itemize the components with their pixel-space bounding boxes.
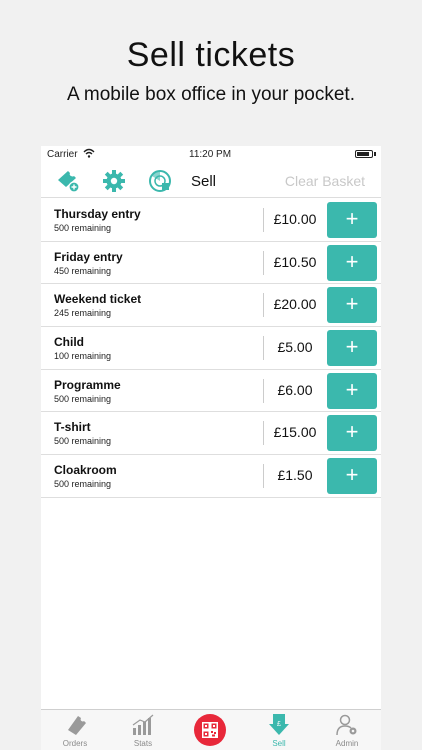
item-price: £10.00 — [273, 211, 317, 227]
tab-label: Admin — [335, 739, 359, 748]
item-name: Friday entry — [54, 249, 123, 264]
battery-icon — [355, 150, 373, 158]
divider — [263, 421, 264, 446]
divider — [263, 250, 264, 275]
list-item: Thursday entry 500 remaining £10.00 + — [41, 199, 381, 242]
item-price: £6.00 — [277, 381, 313, 398]
add-button[interactable]: + — [327, 244, 377, 281]
item-remaining: 500 remaining — [54, 393, 112, 404]
divider — [263, 378, 264, 403]
divider — [263, 208, 264, 232]
add-button[interactable]: + — [327, 202, 377, 238]
qr-scan-icon — [202, 722, 218, 738]
tab-stats[interactable]: Stats — [109, 710, 177, 750]
item-remaining: 500 remaining — [54, 436, 112, 447]
scan-button[interactable] — [194, 714, 226, 746]
list-item: Weekend ticket 245 remaining £20.00 + — [41, 284, 381, 328]
list-item: Cloakroom 500 remaining £1.50 + — [41, 455, 381, 498]
list-item: T-shirt 500 remaining £15.00 + — [41, 412, 381, 456]
item-name: Programme — [54, 377, 121, 392]
item-name: Cloakroom — [54, 463, 117, 478]
add-ticket-icon[interactable] — [55, 168, 81, 194]
add-button[interactable]: + — [327, 458, 377, 495]
add-button[interactable]: + — [327, 372, 377, 409]
wifi-icon — [83, 148, 95, 158]
item-remaining: 450 remaining — [54, 265, 112, 276]
item-price: £15.00 — [273, 424, 317, 441]
list-item: Programme 500 remaining £6.00 + — [41, 370, 381, 413]
clock: 11:20 PM — [189, 149, 232, 160]
admin-icon — [336, 714, 357, 736]
item-price: £10.50 — [273, 253, 317, 270]
item-remaining: 100 remaining — [54, 351, 112, 362]
disc-icon[interactable] — [147, 168, 173, 194]
phone-screen: Carrier 11:20 PM Sell Clear Basket Thurs… — [41, 146, 381, 750]
page-title: Sell — [191, 173, 217, 190]
battery-tip — [374, 152, 376, 156]
sell-icon: £ — [269, 714, 289, 735]
divider — [263, 464, 264, 489]
tab-orders[interactable]: Orders — [41, 710, 109, 750]
item-name: T-shirt — [54, 420, 91, 435]
divider — [263, 293, 264, 318]
clear-basket-button[interactable]: Clear Basket — [285, 173, 365, 189]
item-remaining: 245 remaining — [54, 308, 112, 319]
gear-icon[interactable] — [101, 168, 127, 194]
item-name: Child — [54, 335, 84, 350]
add-button[interactable]: + — [327, 415, 377, 452]
tab-label: Sell — [272, 739, 286, 748]
subline: A mobile box office in your pocket. — [67, 84, 355, 105]
item-price: £1.50 — [277, 467, 313, 484]
item-remaining: 500 remaining — [54, 479, 112, 490]
item-price: £20.00 — [273, 296, 317, 313]
ticket-list: Thursday entry 500 remaining £10.00 + Fr… — [41, 199, 381, 498]
add-button[interactable]: + — [327, 330, 377, 367]
item-name: Thursday entry — [54, 207, 141, 221]
tab-sell[interactable]: £ Sell — [245, 710, 313, 750]
ticket-icon — [68, 716, 86, 735]
add-button[interactable]: + — [327, 287, 377, 324]
svg-text:£: £ — [277, 721, 281, 728]
tab-label: Stats — [133, 739, 153, 748]
item-price: £5.00 — [277, 339, 313, 356]
status-bar: Carrier 11:20 PM — [41, 146, 381, 164]
headline: Sell tickets — [126, 36, 296, 74]
carrier-label: Carrier — [47, 149, 78, 160]
toolbar: Sell Clear Basket — [41, 164, 381, 198]
divider — [263, 336, 264, 361]
tab-admin[interactable]: Admin — [313, 710, 381, 750]
list-item: Child 100 remaining £5.00 + — [41, 327, 381, 370]
chart-icon — [132, 714, 154, 735]
item-remaining: 500 remaining — [54, 223, 112, 233]
list-item: Friday entry 450 remaining £10.50 + — [41, 242, 381, 285]
item-name: Weekend ticket — [54, 292, 142, 307]
tab-label: Orders — [62, 739, 88, 748]
